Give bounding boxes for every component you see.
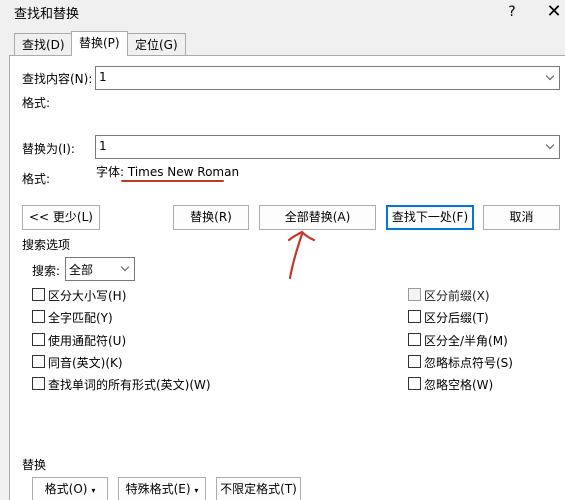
find-next-button[interactable]: 查找下一处(F) — [386, 205, 474, 230]
match-width-label: 区分全/半角(M) — [424, 334, 508, 348]
find-input[interactable]: 1 — [95, 66, 560, 90]
format-button-label: 格式(O) — [44, 482, 88, 496]
match-prefix-checkbox[interactable] — [408, 288, 421, 301]
match-case-label: 区分大小写(H) — [48, 289, 127, 303]
replace-input[interactable]: 1 — [95, 135, 560, 159]
chevron-down-icon — [120, 262, 130, 272]
wildcards-checkbox[interactable] — [32, 333, 45, 346]
annotation-arrow-icon — [287, 230, 316, 280]
dialog-title: 查找和替换 — [14, 7, 80, 22]
chevron-down-icon — [545, 140, 555, 150]
ignore-punctuation-label: 忽略标点符号(S) — [424, 356, 513, 370]
replace-format-label: 格式: — [22, 172, 51, 186]
chevron-down-icon — [545, 71, 555, 81]
replace-dropdown-arrow[interactable] — [541, 136, 559, 158]
ignore-punctuation-checkbox[interactable] — [408, 355, 421, 368]
help-button[interactable]: ? — [502, 2, 522, 22]
special-format-button-label: 特殊格式(E) — [125, 482, 191, 496]
wildcards-label: 使用通配符(U) — [48, 334, 127, 348]
replace-section-heading: 替换 — [22, 458, 47, 472]
annotation-underline — [121, 180, 224, 182]
find-dropdown-arrow[interactable] — [541, 67, 559, 89]
replace-label: 替换为(I): — [22, 142, 75, 156]
tab-goto[interactable]: 定位(G) — [127, 33, 186, 55]
format-button[interactable]: 格式(O) ▾ — [32, 477, 108, 500]
dropdown-caret-icon: ▾ — [194, 486, 199, 495]
match-width-checkbox[interactable] — [408, 333, 421, 346]
search-direction-select[interactable]: 全部 — [65, 257, 135, 281]
match-suffix-checkbox[interactable] — [408, 310, 421, 323]
find-label: 查找内容(N): — [22, 72, 93, 86]
close-button[interactable]: ✕ — [544, 2, 564, 22]
find-format-label: 格式: — [22, 96, 51, 110]
tab-find[interactable]: 查找(D) — [14, 33, 73, 55]
title-bar — [0, 0, 565, 26]
search-options-heading: 搜索选项 — [22, 238, 71, 252]
tab-replace[interactable]: 替换(P) — [71, 31, 128, 56]
replace-format-value: 字体: Times New Roman — [96, 165, 240, 179]
sounds-like-label: 同音(英文)(K) — [48, 356, 123, 370]
replace-button[interactable]: 替换(R) — [173, 205, 249, 230]
special-format-button[interactable]: 特殊格式(E) ▾ — [118, 477, 206, 500]
replace-value: 1 — [99, 139, 107, 153]
search-direction-arrow[interactable] — [116, 258, 134, 280]
match-case-checkbox[interactable] — [32, 288, 45, 301]
all-word-forms-checkbox[interactable] — [32, 377, 45, 390]
search-direction-label: 搜索: — [32, 264, 61, 278]
all-word-forms-label: 查找单词的所有形式(英文)(W) — [48, 378, 211, 392]
no-formatting-button[interactable]: 不限定格式(T) — [216, 477, 301, 500]
sounds-like-checkbox[interactable] — [32, 355, 45, 368]
whole-word-checkbox[interactable] — [32, 310, 45, 323]
ignore-whitespace-checkbox[interactable] — [408, 377, 421, 390]
whole-word-label: 全字匹配(Y) — [48, 311, 113, 325]
dropdown-caret-icon: ▾ — [91, 486, 96, 495]
match-prefix-label: 区分前缀(X) — [424, 289, 490, 303]
match-suffix-label: 区分后缀(T) — [424, 311, 489, 325]
find-value: 1 — [99, 70, 107, 84]
search-direction-value: 全部 — [69, 263, 94, 277]
ignore-whitespace-label: 忽略空格(W) — [424, 378, 494, 392]
less-button[interactable]: << 更少(L) — [22, 205, 100, 230]
cancel-button[interactable]: 取消 — [483, 205, 560, 230]
